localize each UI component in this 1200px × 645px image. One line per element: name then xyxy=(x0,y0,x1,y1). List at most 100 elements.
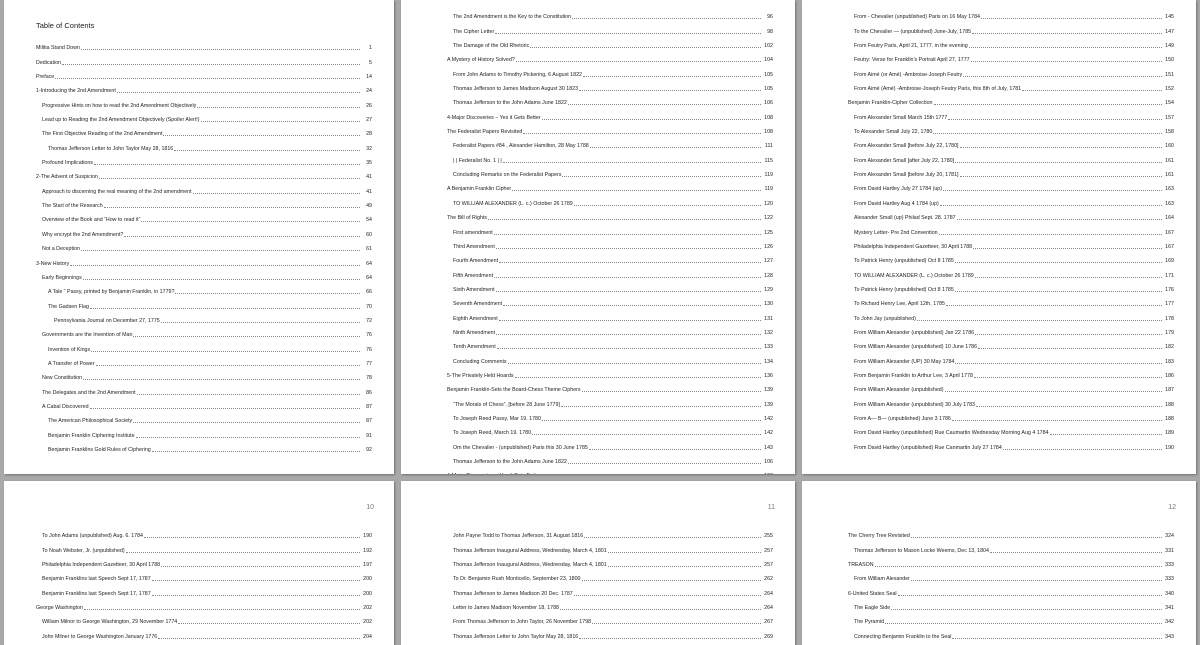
toc-entry[interactable]: From William Alexander (unpublished) 187 xyxy=(802,379,1196,393)
toc-entry[interactable]: To John Jay (unpublished) 178 xyxy=(802,307,1196,322)
toc-entry[interactable]: To Patrick Henry (unpublished) Oct 8 178… xyxy=(802,250,1196,264)
toc-entry[interactable]: From - Chevalier (unpublished) Paris on … xyxy=(802,6,1196,20)
toc-entry[interactable]: From Aimé (or Amé) -Ambroise-Joseph Feut… xyxy=(802,63,1196,78)
toc-entry[interactable]: Thomas Jefferson to James Madison August… xyxy=(401,78,795,92)
toc-entry[interactable]: Lead up to Reading the 2nd Amendment Obj… xyxy=(4,109,394,123)
toc-entry[interactable]: Fourth Amendment 127 xyxy=(401,250,795,264)
toc-entry[interactable]: New Constitution 78 xyxy=(4,367,394,381)
toc-entry[interactable]: To Dr. Benjamin Rush Monticello, Septemb… xyxy=(401,568,795,582)
toc-entry[interactable]: Progressive Hints on how to read the 2nd… xyxy=(4,94,394,109)
toc-entry[interactable]: From William Alexander 333 xyxy=(802,568,1196,582)
toc-entry[interactable]: From William Alexander (UP) 30 May 1784 1… xyxy=(802,350,1196,365)
toc-entry[interactable]: TREASON 333 xyxy=(802,554,1196,568)
toc-entry[interactable]: Fifth Amendment 128 xyxy=(401,264,795,279)
toc-entry[interactable]: Thomas Jefferson to James Madison 20 Dec… xyxy=(401,582,795,597)
toc-entry[interactable]: Thomas Jefferson to Mason Locke Weems, D… xyxy=(802,539,1196,554)
toc-entry[interactable]: The First Objective Reading of the 2nd A… xyxy=(4,123,394,137)
toc-entry[interactable]: A Cabal Discovered 87 xyxy=(4,396,394,410)
toc-entry[interactable]: To Joseph Reed, March 19. 1780 142 xyxy=(401,422,795,436)
toc-entry[interactable]: To Patrick Henry (unpublished) Oct 8 178… xyxy=(802,279,1196,293)
toc-entry[interactable]: From Thomas Jefferson to John Taylor, 26… xyxy=(401,611,795,625)
toc-entry[interactable]: Overview of the Book and “How to read it… xyxy=(4,209,394,223)
toc-entry[interactable]: From John Adams to Timothy Pickering, 6 … xyxy=(401,63,795,78)
toc-entry[interactable]: The Delegates and the 2nd Amendment 86 xyxy=(4,381,394,396)
toc-entry[interactable]: | | Federalist No. 1 | | 115 xyxy=(401,149,795,164)
toc-entry[interactable]: The Cipher Letter 98 xyxy=(401,20,795,35)
toc-entry[interactable]: Benjamin Franklins last Speech Sept 17, … xyxy=(4,568,394,582)
toc-entry[interactable]: 4-Major Discoveries – Yes it Gets Better… xyxy=(401,465,795,474)
toc-entry[interactable]: Preface 14 xyxy=(4,66,394,80)
toc-entry[interactable]: John Payne Todd to Thomas Jefferson, 31 … xyxy=(401,525,795,539)
toc-entry[interactable]: Profound Implications 35 xyxy=(4,152,394,166)
toc-entry[interactable]: To John Adams (unpublished) Aug. 6. 1784… xyxy=(4,525,394,539)
toc-entry[interactable]: To Richard Henry Lee, April 12th, 1785 17… xyxy=(802,293,1196,307)
toc-entry[interactable]: Thomas Jefferson to the John Adams June … xyxy=(401,92,795,106)
toc-entry[interactable]: Thomas Jefferson Letter to John Taylor M… xyxy=(401,625,795,640)
toc-entry[interactable]: Thomas Jefferson Inaugural Address, Wedn… xyxy=(401,539,795,554)
toc-entry[interactable]: Sixth Amendment 129 xyxy=(401,279,795,293)
toc-entry[interactable]: TO WILLIAM ALEXANDER (L. c.) October 26 … xyxy=(802,264,1196,279)
toc-entry[interactable]: From Feutry Paris, April 21, 1777. in th… xyxy=(802,35,1196,49)
toc-entry[interactable]: “The Morals of Chess”, [before 28 June 1… xyxy=(401,393,795,408)
toc-entry[interactable]: From David Hartley Aug 4 1784 (up) 163 xyxy=(802,192,1196,207)
toc-entry[interactable]: Invention of Kings 76 xyxy=(4,338,394,353)
toc-entry[interactable]: Benjamin Franklin-Sets the Board-Chess T… xyxy=(401,379,795,393)
toc-entry[interactable]: From Aimé (Amé) -Ambroise-Joseph Feutry … xyxy=(802,78,1196,92)
toc-entry[interactable]: Alexander Small (up) Philad Sept. 28. 17… xyxy=(802,207,1196,221)
toc-entry[interactable]: Eighth Amendment 131 xyxy=(401,307,795,322)
toc-entry[interactable]: A Tale “ Passy, printed by Benjamin Fran… xyxy=(4,281,394,295)
toc-entry[interactable]: Concluding Remarks on the Federalist Pap… xyxy=(401,164,795,178)
toc-entry[interactable]: Concluding Comments 134 xyxy=(401,350,795,365)
toc-entry[interactable]: From Alexander Small [before July 20, 17… xyxy=(802,164,1196,178)
toc-entry[interactable]: Philadelphia Independent Gazetteer, 30 A… xyxy=(802,236,1196,250)
toc-entry[interactable]: From Benjamin Franklin to Arthur Lee, 3 … xyxy=(802,365,1196,379)
toc-entry[interactable]: From Alexander Small [after July 22, 178… xyxy=(802,149,1196,164)
toc-entry[interactable]: The Cherry Tree Revisited 324 xyxy=(802,525,1196,539)
toc-entry[interactable]: Approach to discerning the real meaning … xyxy=(4,180,394,195)
toc-entry[interactable]: George Washington 202 xyxy=(4,597,394,611)
toc-entry[interactable]: 6-United States Seal 340 xyxy=(802,582,1196,597)
toc-entry[interactable]: From William Alexander (unpublished) 30 … xyxy=(802,393,1196,408)
toc-entry[interactable]: 4-Major Discoveries – Yes it Gets Better… xyxy=(401,106,795,121)
toc-entry[interactable]: 5-The Privately Held Hoards 136 xyxy=(401,365,795,379)
toc-entry[interactable]: Benjamin Franklin-Cipher Collection 154 xyxy=(802,92,1196,106)
toc-entry[interactable]: A Transfer of Power 77 xyxy=(4,353,394,367)
toc-entry[interactable]: From Alexander Small March 15th 1777 157 xyxy=(802,106,1196,121)
toc-entry[interactable]: A Mystery of History Solved? 104 xyxy=(401,49,795,63)
toc-entry[interactable]: Benjamin Franklin Ciphering Institute 91 xyxy=(4,424,394,439)
toc-entry[interactable]: Seventh Amendment 130 xyxy=(401,293,795,307)
toc-entry[interactable]: Ninth Amendment 132 xyxy=(401,322,795,336)
toc-entry[interactable]: First amendment 125 xyxy=(401,221,795,236)
toc-entry[interactable]: Letter to James Madison November 18, 178… xyxy=(401,597,795,611)
toc-entry[interactable]: To the Chevalier — (unpublished) June-Ju… xyxy=(802,20,1196,35)
toc-entry[interactable]: Benjamin Franklins Gold Rules of Cipheri… xyxy=(4,439,394,453)
toc-entry[interactable]: Mystery Letter- Pre 2nd Convention 167 xyxy=(802,221,1196,236)
toc-entry[interactable]: Governments are the Invention of Man 76 xyxy=(4,324,394,338)
toc-entry[interactable]: Tenth Amendment 133 xyxy=(401,336,795,350)
toc-entry[interactable]: Why encrypt the 2nd Amendment? 60 xyxy=(4,223,394,238)
toc-entry[interactable]: The Gadsen Flag 70 xyxy=(4,295,394,310)
toc-entry[interactable]: The American Philosophical Society 87 xyxy=(4,410,394,424)
toc-entry[interactable]: 3-New History 64 xyxy=(4,252,394,267)
toc-entry[interactable]: From Alexander Small [before July 22, 17… xyxy=(802,135,1196,149)
toc-entry[interactable]: Thomas Jefferson to the John Adams June … xyxy=(401,451,795,465)
toc-entry[interactable]: Dedication 5 xyxy=(4,51,394,66)
toc-entry[interactable]: The Eagle Side 341 xyxy=(802,597,1196,611)
toc-entry[interactable]: Philadelphia Independent Gazetteer, 30 A… xyxy=(4,554,394,568)
toc-entry[interactable]: Feutry: Verse for Franklin’s Portrait Ap… xyxy=(802,49,1196,63)
toc-entry[interactable]: The Bill of Rights 122 xyxy=(401,207,795,221)
toc-entry[interactable]: Federalist Papers #84 , Alexander Hamilt… xyxy=(401,135,795,149)
toc-entry[interactable]: William Milnor to George Washington, 29 … xyxy=(4,611,394,625)
toc-entry[interactable]: The Federalist Papers Revisited 108 xyxy=(401,121,795,135)
toc-entry[interactable]: Benjamin Franklins last Speech Sept 17, … xyxy=(4,582,394,597)
toc-entry[interactable]: 2-The Advent of Suspicion 41 xyxy=(4,166,394,180)
toc-entry[interactable]: TO WILLIAM ALEXANDER (L. c.) October 26 … xyxy=(401,192,795,207)
toc-entry[interactable]: The 2nd Amendment is the Key to the Cons… xyxy=(401,6,795,20)
toc-entry[interactable]: The Start of the Research 49 xyxy=(4,195,394,209)
toc-entry[interactable]: John Milner to George Washington January… xyxy=(4,625,394,640)
toc-entry[interactable]: Connecting Benjamin Franklin to the Seal… xyxy=(802,625,1196,640)
toc-entry[interactable]: Thomas Jefferson Letter to John Taylor M… xyxy=(4,137,394,152)
toc-entry[interactable]: Third Amendment 126 xyxy=(401,236,795,250)
toc-entry[interactable]: From David Hartley July 27 1784 (up) 163 xyxy=(802,178,1196,192)
toc-entry[interactable]: Not a Deception 61 xyxy=(4,238,394,252)
